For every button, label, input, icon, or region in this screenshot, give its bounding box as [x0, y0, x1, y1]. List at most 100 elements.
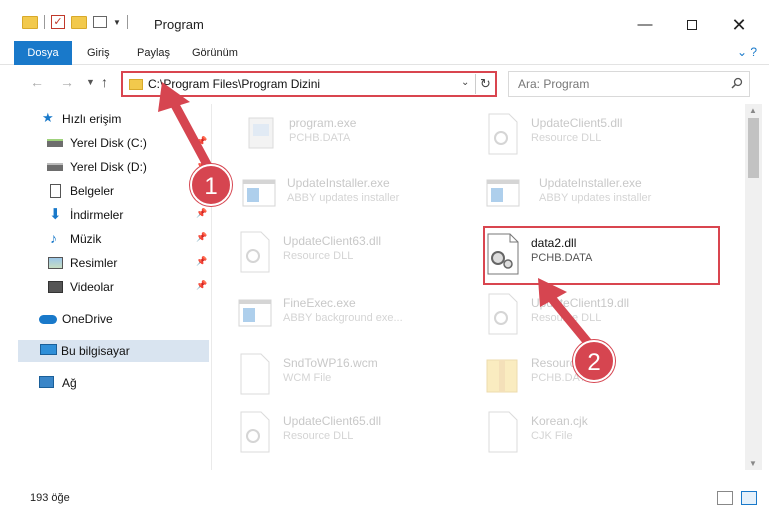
sidebar-item-quick-access[interactable]: ★ Hızlı erişim	[0, 108, 210, 130]
file-type: Resource DLL	[283, 430, 354, 442]
window-title: Program	[154, 17, 204, 32]
sidebar-item-label: Yerel Disk (C:)	[70, 136, 147, 150]
address-bar[interactable]: C:\Program Files\Program Dizini ⌄ ↻	[121, 71, 497, 97]
file-type: ABBY updates installer	[539, 192, 652, 204]
maximize-button[interactable]	[677, 10, 707, 40]
sidebar-item-documents[interactable]: Belgeler	[0, 180, 210, 202]
back-arrow-icon[interactable]: ←	[30, 74, 44, 90]
recent-locations-chevron-icon[interactable]: ▼	[86, 77, 95, 87]
dll-gear-icon	[240, 411, 270, 453]
sidebar-item-drive-c[interactable]: Yerel Disk (C:) 📌	[0, 132, 210, 154]
computer-icon	[40, 344, 57, 355]
sidebar-item-videos[interactable]: Videolar 📌	[0, 276, 210, 298]
pin-icon[interactable]: 📌	[196, 256, 207, 267]
file-item[interactable]: UpdateClient5.dll Resource DLL	[485, 108, 725, 164]
file-item[interactable]: UpdateInstaller.exe ABBY updates install…	[241, 168, 481, 224]
sidebar-item-label: Resimler	[70, 256, 118, 270]
search-icon[interactable]	[731, 77, 743, 89]
tab-home[interactable]: Giriş	[87, 41, 110, 65]
properties-icon[interactable]	[93, 16, 107, 28]
sidebar-item-onedrive[interactable]: OneDrive	[0, 308, 210, 330]
up-arrow-icon[interactable]: ↑	[101, 74, 108, 90]
minimize-button[interactable]: —	[630, 10, 660, 40]
step-badge-2: 2	[573, 340, 615, 382]
file-name: UpdateClient65.dll	[283, 414, 382, 428]
cloud-icon	[39, 315, 57, 324]
tab-view[interactable]: Görünüm	[192, 41, 238, 65]
music-icon: ♪	[50, 230, 57, 246]
properties-check-icon[interactable]: ✓	[51, 15, 65, 29]
sidebar-item-pictures[interactable]: Resimler 📌	[0, 252, 210, 274]
video-icon	[48, 281, 63, 293]
refresh-icon[interactable]: ↻	[475, 74, 495, 94]
navigation-bar: ← → ▼ ↑ C:\Program Files\Program Dizini …	[0, 66, 769, 100]
scroll-thumb[interactable]	[748, 118, 759, 178]
customize-chevron-down-icon[interactable]: ▼	[113, 18, 121, 27]
details-view-icon[interactable]	[717, 491, 733, 505]
pin-icon[interactable]: 📌	[196, 208, 207, 219]
tab-share[interactable]: Paylaş	[137, 41, 170, 65]
address-path[interactable]: C:\Program Files\Program Dizini	[148, 77, 320, 91]
file-item[interactable]: UpdateClient19.dll Resource DLL	[485, 288, 725, 344]
tab-file[interactable]: Dosya	[14, 41, 72, 65]
drive-icon	[47, 139, 63, 147]
file-item[interactable]: program.exe PCHB.DATA	[243, 108, 483, 164]
file-item[interactable]: UpdateClient63.dll Resource DLL	[237, 226, 477, 282]
item-count: 193 öğe	[30, 492, 70, 504]
star-icon: ★	[42, 110, 54, 125]
step-badge-1: 1	[190, 164, 232, 206]
vertical-scrollbar[interactable]: ▲ ▼	[745, 104, 762, 470]
sidebar-item-drive-d[interactable]: Yerel Disk (D:) 📌	[0, 156, 210, 178]
sidebar-item-label: OneDrive	[62, 312, 113, 326]
ribbon-expand-help-icon[interactable]: ⌄ ?	[737, 45, 757, 59]
maximize-icon	[687, 20, 697, 31]
dll-gear-icon	[488, 113, 518, 155]
file-item[interactable]: UpdateClient65.dll Resource DLL	[237, 406, 477, 462]
file-item[interactable]: Korean.cjk CJK File	[485, 406, 725, 462]
pin-icon[interactable]: 📌	[196, 136, 207, 147]
file-name: UpdateClient19.dll	[531, 296, 630, 310]
highlight-box	[483, 226, 720, 285]
file-name: UpdateClient5.dll	[531, 116, 623, 130]
scroll-up-icon[interactable]: ▲	[749, 106, 757, 115]
close-button[interactable]: ✕	[724, 10, 754, 40]
file-name: FineExec.exe	[283, 296, 356, 310]
sidebar-item-label: İndirmeler	[70, 208, 124, 222]
file-item[interactable]: FineExec.exe ABBY background exe...	[237, 288, 477, 344]
large-icons-view-icon[interactable]	[741, 491, 757, 505]
archive-icon	[486, 359, 518, 393]
folder-icon[interactable]	[22, 15, 38, 29]
toolbar-divider	[126, 15, 128, 29]
pictures-icon	[48, 257, 63, 269]
pin-icon[interactable]: 📌	[196, 232, 207, 243]
sidebar-item-music[interactable]: ♪ Müzik 📌	[0, 228, 210, 250]
file-item[interactable]: UpdateInstaller.exe ABBY updates install…	[485, 168, 725, 224]
sidebar-item-network[interactable]: Ağ	[0, 372, 210, 394]
sidebar-item-this-pc[interactable]: Bu bilgisayar	[18, 340, 209, 362]
search-placeholder[interactable]: Ara: Program	[518, 77, 589, 91]
file-type: Resource DLL	[531, 312, 602, 324]
scroll-down-icon[interactable]: ▼	[749, 459, 757, 468]
navigation-pane: ★ Hızlı erişim Yerel Disk (C:) 📌 Yerel D…	[0, 104, 212, 470]
address-folder-icon	[129, 79, 143, 90]
pin-icon[interactable]: 📌	[196, 280, 207, 291]
file-type: ABBY background exe...	[283, 312, 403, 324]
search-box[interactable]: Ara: Program	[508, 71, 750, 97]
new-folder-icon[interactable]	[71, 15, 87, 29]
sidebar-item-label: Yerel Disk (D:)	[70, 160, 147, 174]
file-item[interactable]: SndToWP16.wcm WCM File	[237, 348, 477, 404]
sidebar-item-label: Videolar	[70, 280, 114, 294]
file-type: Resource DLL	[283, 250, 354, 262]
file-name: UpdateInstaller.exe	[539, 176, 642, 190]
document-icon	[50, 184, 61, 198]
close-icon: ✕	[731, 15, 747, 35]
sidebar-item-label: Ağ	[62, 376, 77, 390]
address-history-chevron-icon[interactable]: ⌄	[461, 77, 469, 88]
file-type: CJK File	[531, 430, 573, 442]
blank-file-icon	[488, 411, 518, 453]
file-name: SndToWP16.wcm	[283, 356, 378, 370]
sidebar-item-label: Hızlı erişim	[62, 112, 122, 126]
quick-access-toolbar: ✓ ▼	[22, 15, 128, 29]
forward-arrow-icon[interactable]: →	[60, 74, 74, 90]
sidebar-item-downloads[interactable]: ⬇ İndirmeler 📌	[0, 204, 210, 226]
